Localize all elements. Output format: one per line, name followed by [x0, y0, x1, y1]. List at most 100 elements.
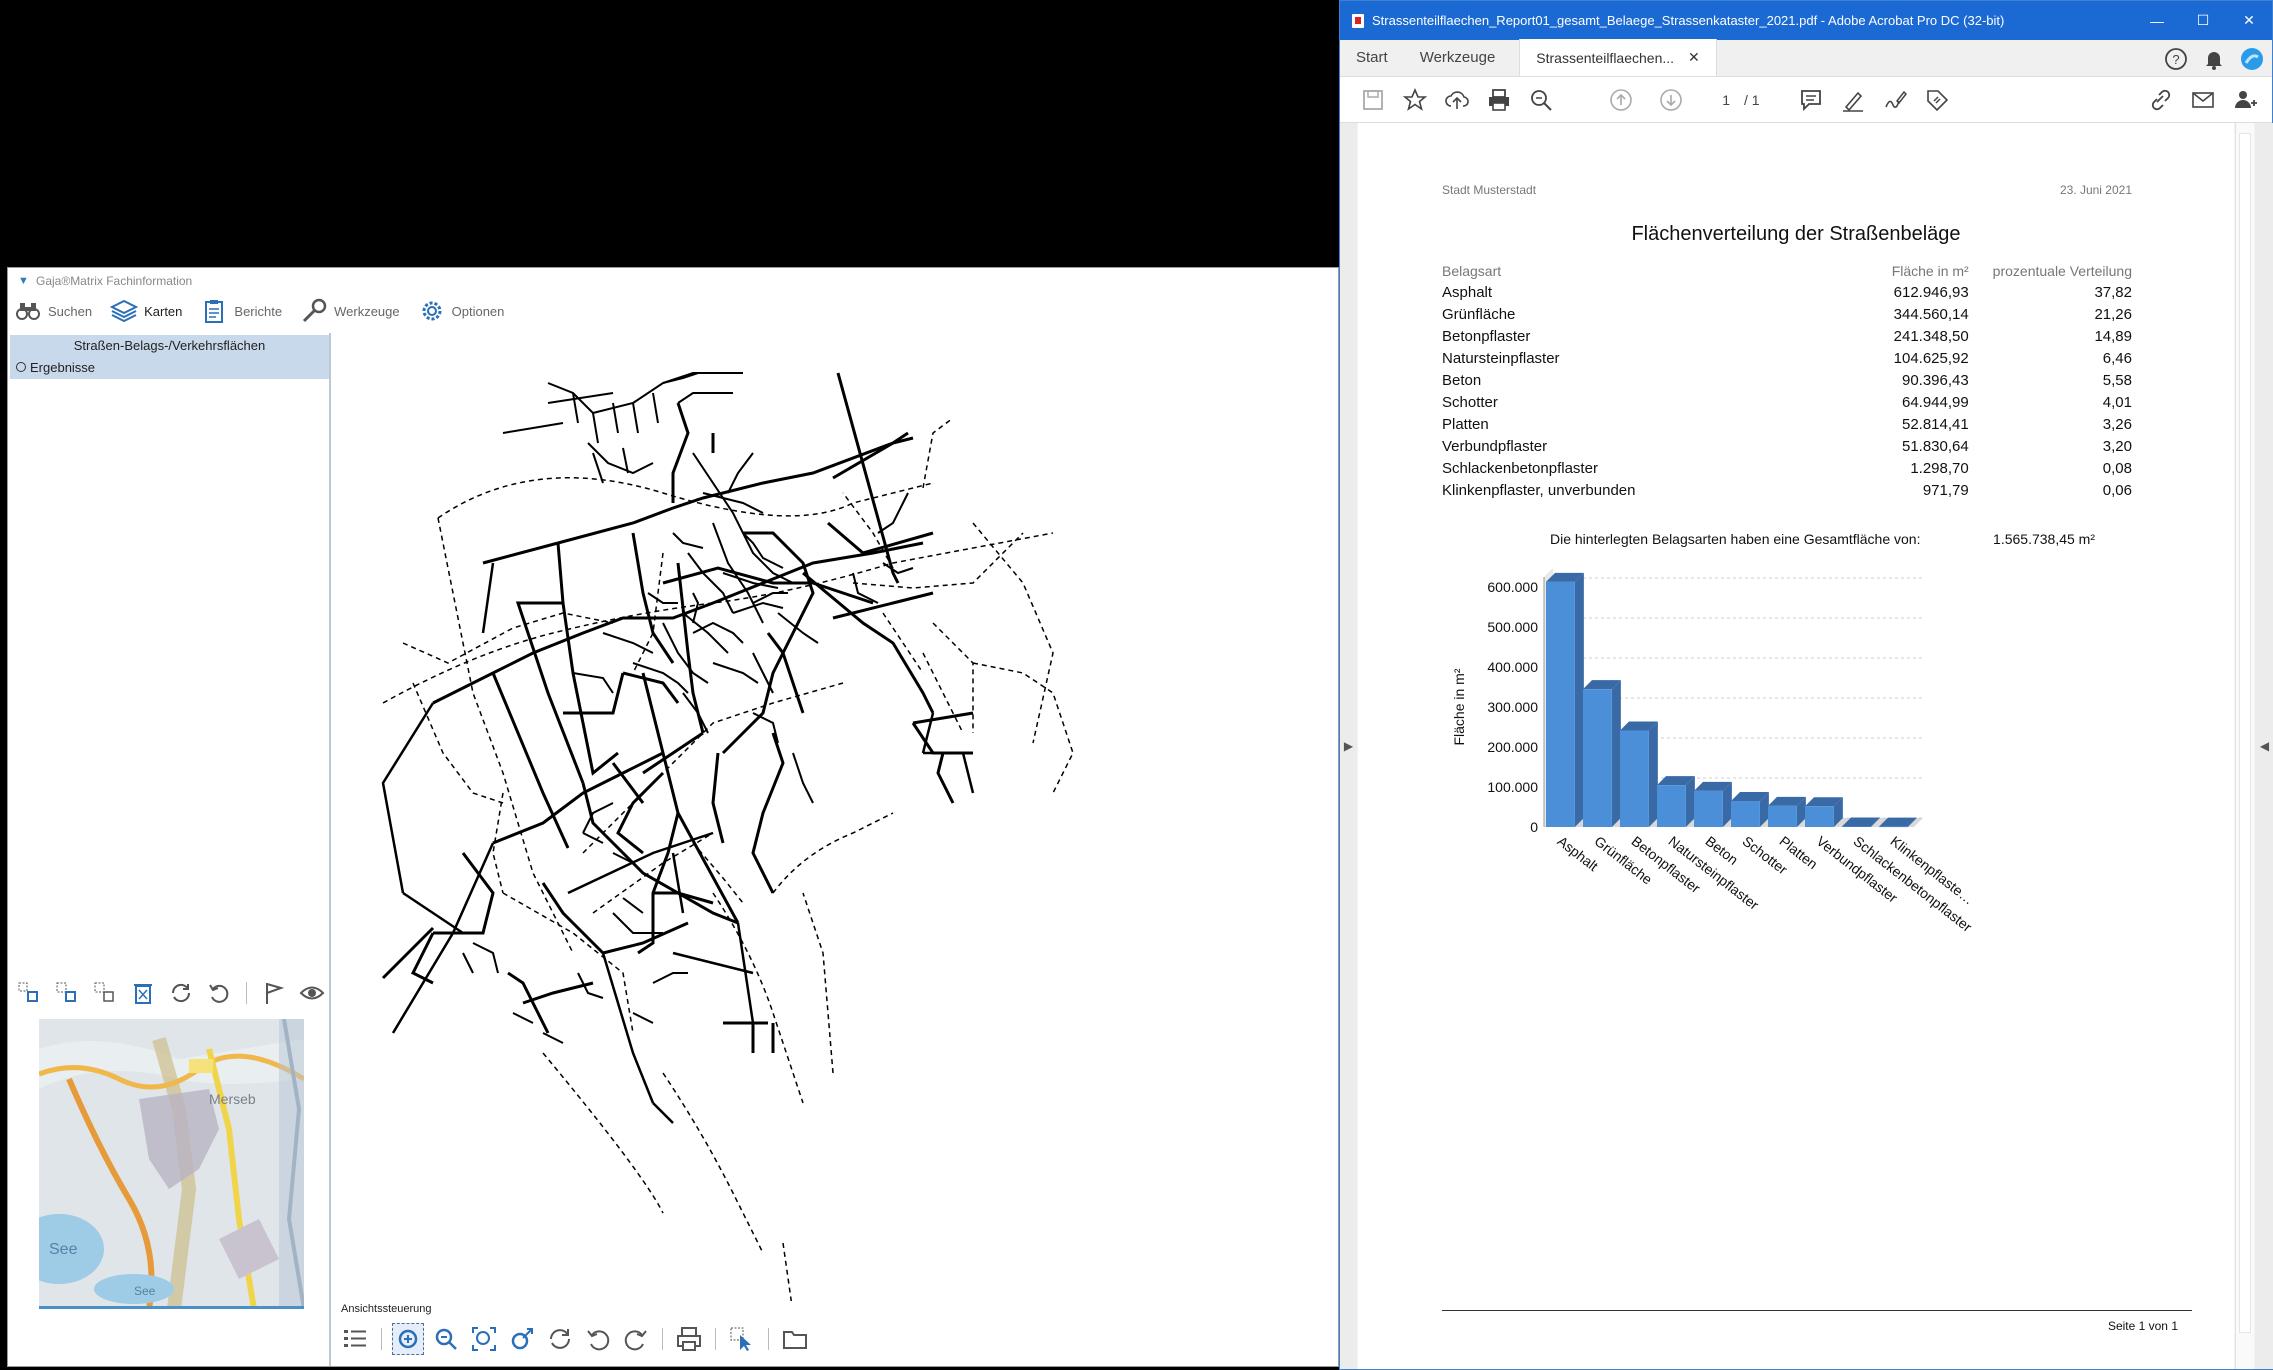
bar: [1583, 689, 1612, 827]
sign-button[interactable]: [1874, 79, 1916, 121]
left-pane-toggle[interactable]: ▶: [1340, 123, 1357, 1369]
zoom-extent-button[interactable]: [468, 1323, 500, 1355]
upload-button[interactable]: [1436, 79, 1478, 121]
print-map-button[interactable]: [673, 1323, 705, 1355]
y-tick-label: 300.000: [1487, 699, 1538, 715]
account-avatar-icon[interactable]: [2240, 47, 2264, 71]
right-pane-toggle[interactable]: ◀: [2255, 123, 2273, 1369]
gaja-window: ▼ Gaja®Matrix Fachinformation Suchen Kar…: [7, 267, 1339, 1367]
table-cell: 612.946,93: [1893, 283, 1969, 301]
add-user-button[interactable]: [2224, 79, 2266, 121]
document-area: ▶ Stadt Musterstadt 23. Juni 2021 Fläche…: [1340, 123, 2273, 1369]
bar: [1731, 801, 1760, 827]
refresh-button[interactable]: [166, 978, 196, 1008]
page-footer: Seite 1 von 1: [2107, 1319, 2178, 1333]
zoom-in-button[interactable]: [392, 1323, 424, 1355]
acrobat-toolbar-right: [2140, 79, 2266, 121]
tab-document[interactable]: Strassenteilflaechen... ✕: [1519, 39, 1717, 76]
forward-view-button[interactable]: [620, 1323, 652, 1355]
bar: [1657, 785, 1686, 827]
select-add-button[interactable]: [14, 978, 44, 1008]
highlight-button[interactable]: [1832, 79, 1874, 121]
window-controls: — ☐ ✕: [2134, 1, 2272, 40]
printer-icon: [677, 1327, 701, 1351]
werkzeuge-button[interactable]: Werkzeuge: [300, 297, 400, 325]
table-row: Verbundpflaster 51.830,64 3,20: [1442, 435, 2132, 457]
suchen-label: Suchen: [48, 303, 93, 319]
toolbar-separator: [381, 1328, 382, 1350]
printer-icon: [1489, 88, 1509, 111]
view-controls-label: Ansichtssteuerung: [341, 1303, 432, 1315]
scrollbar-thumb[interactable]: [2239, 133, 2251, 1333]
berichte-button[interactable]: Berichte: [200, 297, 282, 325]
y-axis-label: Fläche in m²: [1451, 668, 1467, 745]
y-tick-label: 600.000: [1487, 579, 1538, 595]
link-button[interactable]: [2140, 79, 2182, 121]
overview-minimap[interactable]: Merseb See See: [39, 1019, 304, 1309]
minimap-toolbar: [14, 978, 334, 1008]
tab-start[interactable]: Start: [1340, 39, 1404, 76]
clear-selection-button[interactable]: [128, 978, 158, 1008]
select-invert-button[interactable]: [90, 978, 120, 1008]
optionen-button[interactable]: Optionen: [418, 297, 504, 325]
select-remove-button[interactable]: [52, 978, 82, 1008]
werkzeuge-label: Werkzeuge: [334, 303, 400, 319]
search-button[interactable]: [1520, 79, 1562, 121]
bar: [1546, 581, 1575, 827]
refresh-map-button[interactable]: [544, 1323, 576, 1355]
close-tab-icon[interactable]: ✕: [1688, 49, 1700, 66]
comment-button[interactable]: [1790, 79, 1832, 121]
radio-circle-icon: [16, 362, 26, 372]
tree-item-ergebnisse[interactable]: Ergebnisse: [10, 357, 329, 377]
karten-button[interactable]: Karten: [110, 297, 182, 325]
table-cell: Grünfläche: [1442, 305, 1516, 323]
suchen-button[interactable]: Suchen: [14, 297, 92, 325]
bookmark-button[interactable]: [1394, 79, 1436, 121]
y-tick-label: 200.000: [1487, 739, 1538, 755]
email-button[interactable]: [2182, 79, 2224, 121]
info-pointer-icon: [730, 1327, 751, 1351]
print-button[interactable]: [1478, 79, 1520, 121]
table-cell: 3,26: [2102, 415, 2132, 433]
zoom-out-button[interactable]: [430, 1323, 462, 1355]
open-folder-button[interactable]: [779, 1323, 811, 1355]
help-icon[interactable]: ?: [2164, 47, 2188, 71]
minimize-icon[interactable]: —: [2134, 1, 2180, 40]
save-button[interactable]: [1352, 79, 1394, 121]
page-navigation: / 1: [1600, 79, 1760, 121]
tree-header[interactable]: Straßen-Belags-/Verkehrsflächen: [10, 335, 329, 357]
page-number-input[interactable]: [1700, 86, 1736, 113]
vertical-scrollbar[interactable]: [2235, 123, 2254, 1369]
toolbar-separator: [768, 1328, 769, 1350]
legend-button[interactable]: [339, 1323, 371, 1355]
bar-side: [1611, 680, 1621, 827]
table-row: Asphalt 612.946,93 37,82: [1442, 281, 2132, 303]
pdf-file-icon: [1352, 13, 1364, 28]
select-add-icon: [18, 982, 38, 1002]
minimap-label: Merseb: [209, 1091, 256, 1107]
table-cell: 5,58: [2102, 371, 2132, 389]
table-cell: Schotter: [1442, 393, 1498, 411]
map-canvas[interactable]: [333, 333, 1338, 1323]
y-tick-label: 0: [1530, 819, 1538, 835]
table-cell: 51.830,64: [1901, 437, 1969, 455]
karten-label: Karten: [144, 303, 183, 319]
previous-page-button[interactable]: [1600, 79, 1642, 121]
bell-icon[interactable]: [2202, 47, 2226, 71]
zoom-selection-button[interactable]: [506, 1323, 538, 1355]
report-date: 23. Juni 2021: [2059, 183, 2132, 197]
total-area-value: 1.565.738,45 m²: [1993, 531, 2095, 547]
table-cell: Schlackenbetonpflaster: [1442, 459, 1598, 477]
undo-button[interactable]: [204, 978, 234, 1008]
close-icon[interactable]: ✕: [2226, 1, 2272, 40]
view-controls: Ansichtssteuerung: [333, 1301, 1338, 1366]
info-select-button[interactable]: [726, 1323, 758, 1355]
tab-werkzeuge[interactable]: Werkzeuge: [1404, 39, 1512, 76]
share-tag-button[interactable]: [1916, 79, 1958, 121]
flag-button[interactable]: [259, 978, 289, 1008]
next-page-button[interactable]: [1650, 79, 1692, 121]
back-view-button[interactable]: [582, 1323, 614, 1355]
visibility-button[interactable]: [297, 978, 327, 1008]
maximize-icon[interactable]: ☐: [2180, 1, 2226, 40]
select-invert-icon: [94, 982, 114, 1002]
